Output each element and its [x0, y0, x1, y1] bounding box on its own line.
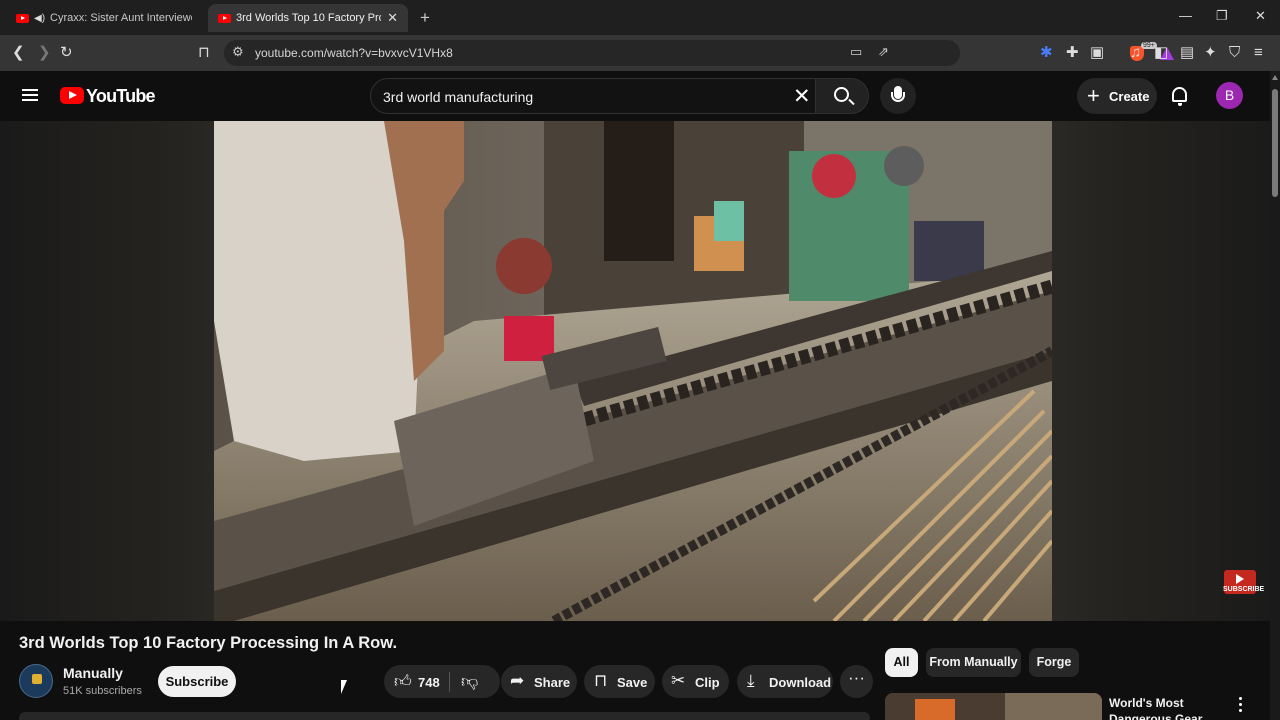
share-button[interactable]: ➦ Share	[501, 665, 577, 698]
chip-forge[interactable]: Forge	[1029, 648, 1079, 677]
close-tab-icon[interactable]: ✕	[387, 10, 398, 26]
share-label: Share	[534, 675, 571, 690]
browser-tab-1[interactable]: ◀) Cyraxx: Sister Aunt Interviewed b	[6, 4, 202, 32]
create-button[interactable]: + Create	[1077, 78, 1157, 114]
recommendation-thumbnail[interactable]	[885, 693, 1102, 720]
like-divider	[449, 672, 450, 692]
like-count[interactable]: 748	[418, 675, 440, 690]
description-box[interactable]	[19, 712, 870, 720]
download-button[interactable]: ⤓ Download	[737, 665, 833, 698]
like-dislike-group: 👍︎ 748 👎︎	[384, 665, 500, 698]
share-page-icon[interactable]: ⇗	[878, 44, 889, 60]
clear-search-icon[interactable]: ✕	[793, 84, 811, 109]
search-icon	[834, 87, 849, 102]
account-avatar[interactable]: B	[1216, 82, 1243, 109]
browser-toolbar: ❮ ❯ ↻ ⊓ ⚙ youtube.com/watch?v=bvxvcV1VHx…	[0, 35, 1280, 71]
browser-tab-bar: ◀) Cyraxx: Sister Aunt Interviewed b 3rd…	[0, 0, 1280, 35]
clip-label: Clip	[695, 675, 720, 690]
hamburger-menu-icon[interactable]	[22, 89, 38, 101]
channel-avatar[interactable]	[19, 664, 53, 698]
minimize-icon[interactable]: —	[1179, 8, 1192, 23]
share-icon: ➦	[510, 671, 525, 690]
save-button[interactable]: ⊓ Save	[584, 665, 655, 698]
youtube-favicon-icon	[16, 13, 29, 23]
extensions-puzzle-icon[interactable]: ✚	[1066, 43, 1079, 63]
address-bar[interactable]: ⚙ youtube.com/watch?v=bvxvcV1VHx8 ▭ ⇗ 99…	[224, 40, 1174, 66]
wallet-icon[interactable]: ▤	[1180, 43, 1194, 63]
extension-icon[interactable]: ✱	[1040, 43, 1053, 63]
media-icon[interactable]: ♫	[1130, 43, 1141, 63]
recommendation-title[interactable]: World's Most Dangerous Gear	[1109, 695, 1229, 720]
video-title: 3rd Worlds Top 10 Factory Processing In …	[19, 634, 398, 652]
video-frame[interactable]	[214, 121, 1052, 621]
tab-title: Cyraxx: Sister Aunt Interviewed b	[50, 12, 192, 24]
search-button[interactable]	[815, 78, 869, 114]
clip-button[interactable]: ✂ Clip	[662, 665, 729, 698]
video-frame-image	[214, 121, 1052, 621]
dislike-icon[interactable]: 👎︎	[461, 671, 478, 692]
vpn-icon[interactable]: ⛉	[1229, 43, 1240, 63]
bookmark-icon[interactable]: ⊓	[198, 43, 210, 63]
menu-icon[interactable]: ≡	[1254, 43, 1263, 63]
search-input[interactable]: 3rd world manufacturing ✕	[370, 78, 816, 114]
download-label: Download	[769, 675, 832, 690]
extension-box-icon[interactable]: ▣	[1090, 43, 1104, 63]
youtube-header: YouTube 3rd world manufacturing ✕ + Crea…	[0, 71, 1280, 121]
subscriber-count: 51K subscribers	[63, 685, 142, 697]
youtube-logo-text[interactable]: YouTube	[86, 86, 156, 107]
site-info-icon[interactable]: ⚙	[232, 44, 244, 60]
more-actions-button[interactable]: ···	[840, 665, 873, 698]
page-scrollbar[interactable]	[1270, 71, 1280, 720]
reload-icon[interactable]: ↻	[60, 43, 73, 63]
url-text[interactable]: youtube.com/watch?v=bvxvcV1VHx8	[255, 46, 453, 60]
save-icon: ⊓	[594, 671, 608, 690]
leo-ai-icon[interactable]: ✦	[1204, 43, 1217, 63]
new-tab-icon[interactable]: +	[420, 8, 430, 28]
channel-name[interactable]: Manually	[63, 665, 123, 681]
chip-from-manually[interactable]: From Manually	[926, 648, 1021, 677]
plus-icon: +	[1087, 83, 1100, 108]
subscribe-watermark-label: SUBSCRIBE	[1223, 586, 1265, 593]
subscribe-button[interactable]: Subscribe	[158, 666, 236, 697]
tab-title: 3rd Worlds Top 10 Factory Proce	[236, 12, 382, 24]
forward-icon[interactable]: ❯	[38, 43, 51, 63]
back-icon[interactable]: ❮	[12, 43, 25, 63]
notifications-bell-icon[interactable]	[1172, 87, 1187, 106]
youtube-logo-icon[interactable]	[60, 87, 84, 104]
search-query[interactable]: 3rd world manufacturing	[383, 89, 533, 105]
scroll-up-icon[interactable]	[1272, 75, 1278, 80]
browser-tab-2[interactable]: 3rd Worlds Top 10 Factory Proce ✕	[208, 4, 408, 32]
voice-search-button[interactable]	[880, 78, 916, 114]
close-window-icon[interactable]: ✕	[1255, 8, 1266, 24]
more-icon: ···	[848, 668, 865, 687]
video-player[interactable]: SUBSCRIBE	[0, 121, 1280, 621]
scissors-icon: ✂	[671, 671, 686, 690]
chip-all[interactable]: All	[885, 648, 918, 677]
sidebar-icon[interactable]: ◧	[1154, 43, 1168, 63]
youtube-favicon-icon	[218, 13, 231, 23]
like-icon[interactable]: 👍︎	[394, 671, 412, 692]
restore-icon[interactable]: ❐	[1216, 8, 1228, 24]
speaker-icon[interactable]: ◀)	[34, 13, 45, 24]
mouse-cursor-icon	[341, 680, 351, 694]
recommendation-menu-icon[interactable]	[1239, 697, 1243, 713]
create-label: Create	[1109, 89, 1150, 104]
scrollbar-thumb[interactable]	[1272, 89, 1278, 197]
download-icon: ⤓	[747, 671, 755, 690]
save-label: Save	[617, 675, 648, 690]
cast-icon[interactable]: ▭	[850, 44, 862, 60]
